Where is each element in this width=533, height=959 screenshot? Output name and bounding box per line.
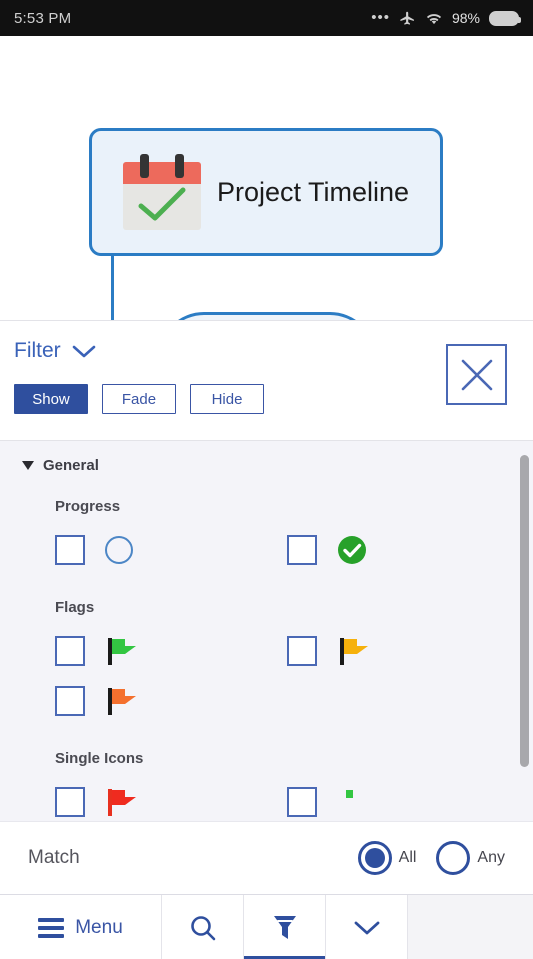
mindmap-node-project-timeline[interactable]: Project Timeline [89, 128, 443, 256]
match-option-any-label: Any [477, 849, 505, 866]
filter-option-flag-yellow[interactable] [287, 634, 519, 668]
radio-button-selected[interactable] [357, 841, 392, 875]
filter-section-progress-label: Progress [55, 498, 121, 515]
checkbox[interactable] [55, 787, 85, 817]
filter-section-single-icons-grid [0, 767, 533, 821]
filter-option-flag-red[interactable] [55, 785, 287, 819]
chevron-down-icon [354, 921, 379, 934]
calendar-check-icon [123, 154, 201, 230]
flag-yellow-icon [337, 634, 381, 668]
match-option-all[interactable]: All [357, 841, 417, 875]
status-time: 5:53 PM [14, 9, 72, 27]
filter-option-progress-complete[interactable] [287, 533, 519, 567]
toolbar-filter-button[interactable] [244, 895, 326, 959]
match-options: All Any [357, 841, 505, 875]
toolbar-spacer [408, 895, 533, 959]
filter-title-row[interactable]: Filter [14, 339, 97, 363]
filter-group-general[interactable]: General [0, 441, 533, 474]
filter-section-progress-grid [0, 515, 533, 575]
scrollbar-thumb[interactable] [520, 455, 529, 767]
checkbox[interactable] [55, 636, 85, 666]
node-title: Project Timeline [217, 176, 410, 207]
filter-option-progress-empty[interactable] [55, 533, 287, 567]
match-label: Match [28, 847, 80, 868]
funnel-icon [273, 915, 296, 939]
filter-section-single-icons-label: Single Icons [55, 750, 144, 767]
triangle-down-icon [22, 461, 34, 470]
match-option-all-label: All [398, 849, 417, 866]
close-icon [461, 359, 492, 390]
checkbox[interactable] [287, 636, 317, 666]
flag-orange-icon [105, 684, 149, 718]
battery-percent: 98% [451, 10, 480, 26]
radio-button[interactable] [436, 841, 471, 875]
filter-options-list[interactable]: General Progress Flags Single Icons [0, 440, 533, 821]
close-button[interactable] [446, 344, 507, 405]
filter-option-flag-green-small[interactable] [287, 785, 519, 819]
filter-mode-fade[interactable]: Fade [102, 384, 176, 414]
toolbar-expand-button[interactable] [326, 895, 408, 959]
filter-option-flag-orange[interactable] [55, 684, 287, 718]
airplane-icon [400, 11, 414, 25]
toolbar-menu-button[interactable]: Menu [0, 895, 162, 959]
chevron-down-icon[interactable] [71, 343, 97, 359]
toolbar-menu-label: Menu [75, 916, 123, 938]
match-option-any[interactable]: Any [436, 841, 505, 875]
progress-empty-circle-icon [105, 533, 149, 567]
flag-red-icon [105, 785, 149, 819]
filter-row [55, 525, 533, 575]
checkbox[interactable] [55, 686, 85, 716]
mindmap-canvas[interactable]: Project Timeline [0, 36, 533, 320]
checkbox[interactable] [287, 535, 317, 565]
filter-mode-hide[interactable]: Hide [190, 384, 264, 414]
filter-section-flags-grid [0, 616, 533, 726]
filter-mode-show[interactable]: Show [14, 384, 88, 414]
filter-row [55, 676, 533, 726]
flag-green-icon [105, 634, 149, 668]
search-icon [190, 915, 215, 940]
filter-row [55, 777, 533, 821]
hamburger-icon [38, 917, 65, 938]
mindmap-node-child[interactable] [158, 312, 376, 320]
node-connector-line [111, 256, 114, 320]
toolbar-search-button[interactable] [162, 895, 244, 959]
checkbox[interactable] [287, 787, 317, 817]
status-bar: 5:53 PM ••• 98% [0, 0, 533, 36]
match-bar: Match All Any [0, 821, 533, 894]
filter-panel-header: Filter Show Fade Hide [0, 320, 533, 440]
status-icons: ••• 98% [371, 9, 521, 27]
wifi-icon [426, 13, 442, 24]
filter-option-flag-green[interactable] [55, 634, 287, 668]
filter-group-label: General [43, 457, 99, 474]
app-root: 5:53 PM ••• 98% Project Timeline Filter … [0, 0, 533, 959]
progress-complete-check-icon [337, 533, 381, 567]
checkbox[interactable] [55, 535, 85, 565]
filter-title: Filter [14, 339, 61, 362]
filter-section-flags-label: Flags [55, 599, 95, 616]
bottom-toolbar: Menu [0, 894, 533, 959]
battery-icon [489, 10, 521, 26]
flag-green-small-icon [337, 785, 381, 819]
filter-mode-group: Show Fade Hide [14, 384, 264, 414]
status-dots-icon: ••• [371, 9, 390, 26]
filter-row [55, 626, 533, 676]
